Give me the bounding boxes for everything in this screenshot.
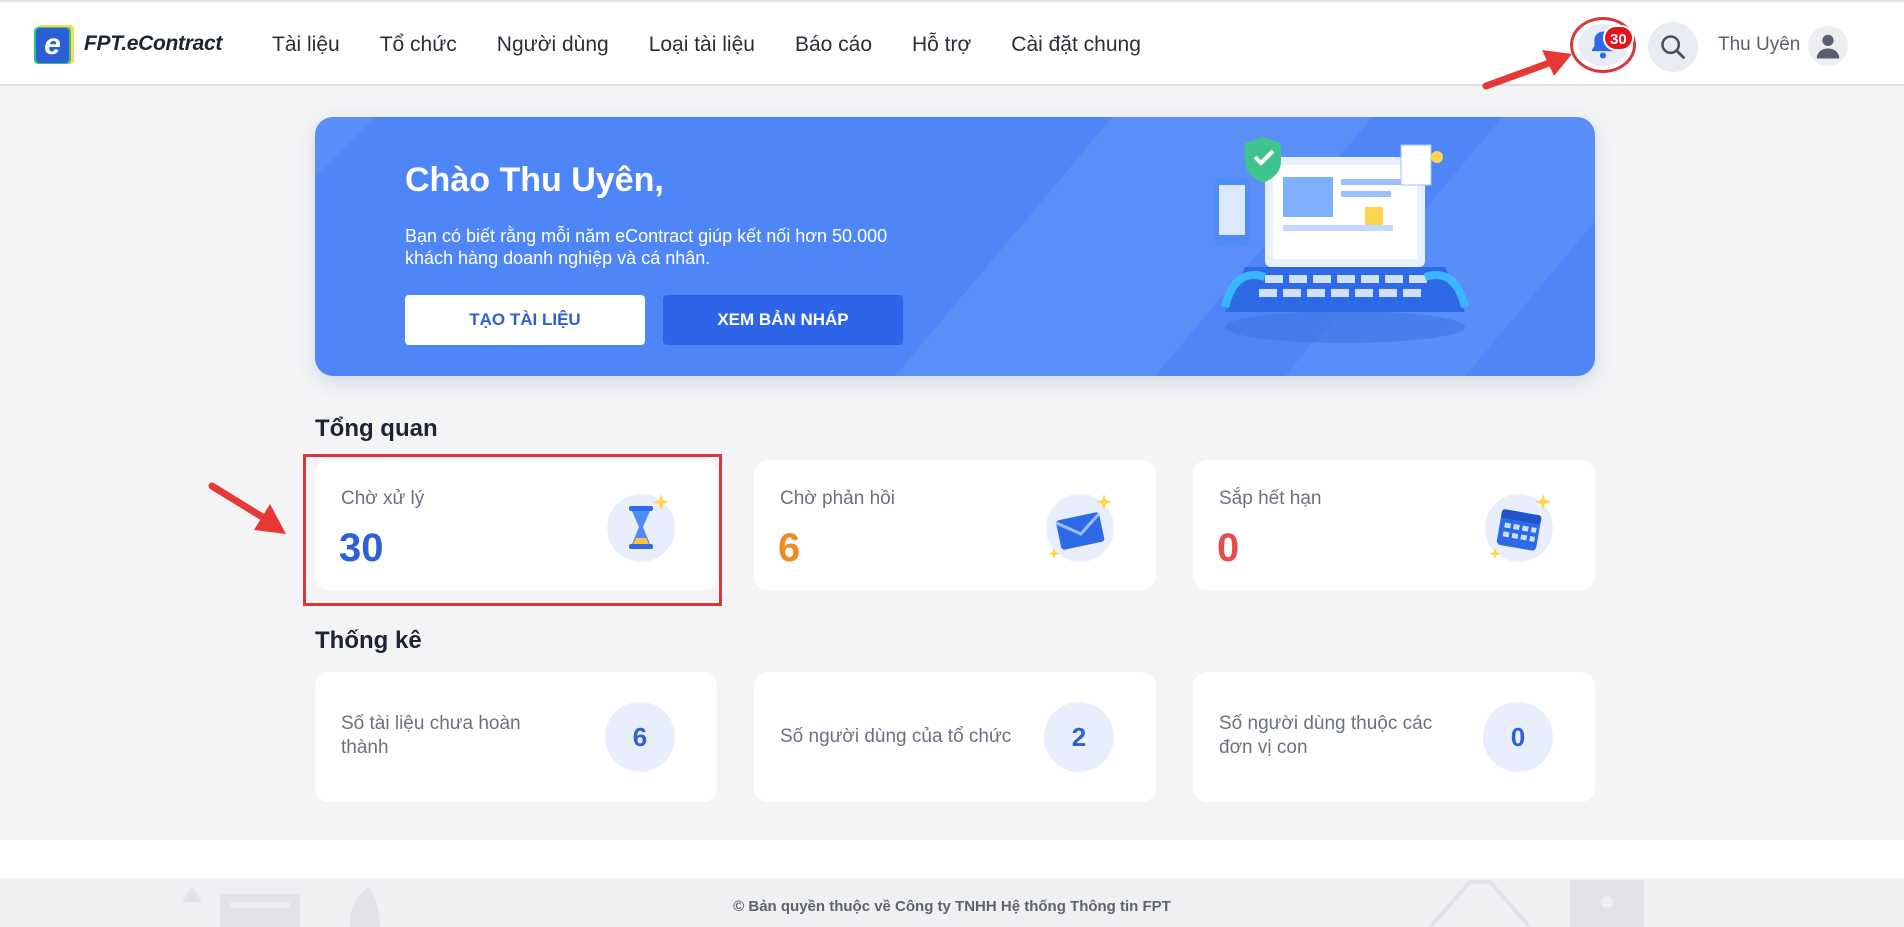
nav-item-support[interactable]: Hỗ trợ: [912, 33, 971, 57]
stat-label: Số người dùng thuộc các đơn vị con: [1219, 713, 1433, 758]
stat-subunit-users: Số người dùng thuộc các đơn vị con 0: [1193, 672, 1595, 802]
stat-organization-users: Số người dùng của tổ chức 2: [754, 672, 1156, 802]
annotation-arrow-icon: [208, 482, 286, 534]
app-logo[interactable]: e FPT.eContract: [34, 22, 222, 66]
calendar-icon: [1485, 494, 1553, 562]
card-label: Chờ phản hồi: [780, 488, 895, 509]
copyright-text: © Bản quyền thuộc về Công ty TNHH Hệ thố…: [733, 898, 1171, 915]
card-value: 0: [1217, 526, 1240, 570]
stats-title: Thống kê: [315, 627, 422, 654]
view-drafts-button[interactable]: XEM BẢN NHÁP: [663, 295, 903, 345]
envelope-icon: [1046, 494, 1114, 562]
nav-item-organization[interactable]: Tổ chức: [380, 33, 457, 57]
welcome-banner: Chào Thu Uyên, Bạn có biết rằng mỗi năm …: [315, 117, 1595, 376]
notification-badge: 30: [1603, 25, 1634, 51]
footer: © Bản quyền thuộc về Công ty TNHH Hệ thố…: [0, 878, 1904, 927]
banner-description: Bạn có biết rằng mỗi năm eContract giúp …: [405, 226, 888, 268]
notification-highlight: 30: [1570, 17, 1636, 73]
card-label: Sắp hết hạn: [1219, 488, 1322, 509]
stat-value: 0: [1483, 702, 1553, 772]
pending-card-highlight: [303, 454, 722, 606]
nav-item-reports[interactable]: Báo cáo: [795, 33, 872, 57]
logo-letter: e: [36, 28, 69, 63]
main-nav: Tài liệu Tổ chức Người dùng Loại tài liệ…: [272, 2, 1181, 88]
stat-incomplete-documents: Số tài liệu chưa hoàn thành 6: [315, 672, 717, 802]
create-document-button[interactable]: TẠO TÀI LIỆU: [405, 295, 645, 345]
search-button[interactable]: [1648, 22, 1698, 72]
stat-label: Số tài liệu chưa hoàn thành: [341, 713, 521, 758]
nav-item-settings[interactable]: Cài đặt chung: [1011, 33, 1141, 57]
stat-value: 6: [605, 702, 675, 772]
logo-text: FPT.eContract: [84, 32, 223, 55]
logo-mark: e: [34, 24, 74, 64]
user-avatar[interactable]: [1808, 26, 1848, 66]
awaiting-response-card[interactable]: Chờ phản hồi 6: [754, 460, 1156, 590]
nav-item-document-types[interactable]: Loại tài liệu: [649, 33, 755, 57]
laptop-illustration-icon: [1215, 137, 1469, 343]
nav-item-users[interactable]: Người dùng: [497, 33, 609, 57]
search-icon: [1661, 35, 1685, 59]
banner-greeting: Chào Thu Uyên,: [405, 161, 664, 199]
user-name[interactable]: Thu Uyên: [1718, 34, 1800, 56]
overview-title: Tổng quan: [315, 415, 438, 442]
stat-value: 2: [1044, 702, 1114, 772]
user-avatar-icon: [1816, 34, 1840, 59]
top-header: e FPT.eContract Tài liệu Tổ chức Người d…: [0, 0, 1904, 86]
card-value: 6: [778, 526, 801, 570]
nav-item-documents[interactable]: Tài liệu: [272, 33, 340, 57]
expiring-soon-card[interactable]: Sắp hết hạn 0: [1193, 460, 1595, 590]
stat-label: Số người dùng của tổ chức: [780, 726, 1012, 747]
